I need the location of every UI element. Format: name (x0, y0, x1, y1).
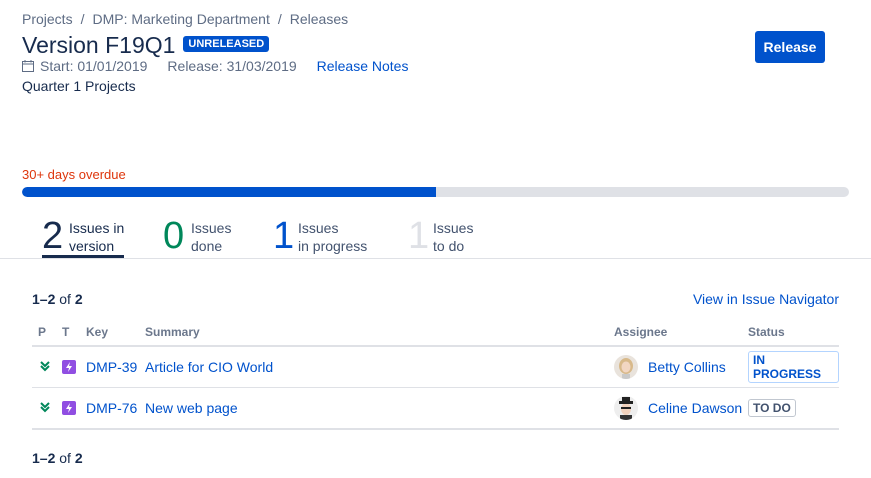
breadcrumb-project[interactable]: DMP: Marketing Department (92, 11, 269, 27)
overdue-label: 30+ days overdue (22, 167, 126, 182)
header-key: Key (86, 319, 145, 347)
epic-icon (62, 360, 76, 374)
status-lozenge: TO DO (748, 399, 796, 417)
type-cell (62, 346, 86, 388)
version-meta: Start: 01/01/2019 Release: 31/03/2019 Re… (22, 58, 408, 74)
stat-number: 0 (163, 215, 185, 257)
issue-key-link[interactable]: DMP-76 (86, 400, 137, 416)
issue-summary-link[interactable]: New web page (145, 400, 238, 416)
assignee-link[interactable]: Betty Collins (648, 359, 726, 375)
breadcrumb-projects[interactable]: Projects (22, 11, 73, 27)
breadcrumb-releases[interactable]: Releases (290, 11, 348, 27)
version-description: Quarter 1 Projects (22, 78, 136, 94)
status-cell: IN PROGRESS (748, 346, 839, 388)
release-date: Release: 31/03/2019 (167, 58, 297, 74)
avatar (614, 355, 638, 379)
header-summary: Summary (145, 319, 614, 347)
stat-label: Issues done (191, 220, 232, 254)
table-row: DMP-39 Article for CIO World Betty Colli… (32, 346, 839, 388)
release-notes-link[interactable]: Release Notes (317, 58, 409, 74)
table-row: DMP-76 New web page Celine Dawson TO DO (32, 387, 839, 430)
stat-label: Issues to do (433, 220, 474, 254)
progress-fill (22, 187, 436, 197)
assignee-link[interactable]: Celine Dawson (648, 400, 742, 416)
lowest-priority-icon (40, 360, 50, 371)
priority-cell (32, 346, 62, 388)
table-header-row: P T Key Summary Assignee Status (32, 319, 839, 347)
title-row: Version F19Q1 UNRELEASED (22, 32, 270, 59)
key-cell: DMP-39 (86, 346, 145, 388)
result-count-top: 1–2 of 2 (32, 291, 83, 307)
progress-bar (22, 187, 849, 197)
stat-number: 1 (408, 215, 430, 257)
assignee-cell: Celine Dawson (614, 387, 748, 430)
status-cell: TO DO (748, 387, 839, 430)
key-cell: DMP-76 (86, 387, 145, 430)
page-title: Version F19Q1 (22, 32, 176, 58)
status-lozenge: IN PROGRESS (748, 351, 839, 383)
issue-key-link[interactable]: DMP-39 (86, 359, 137, 375)
result-count-bottom: 1–2 of 2 (32, 450, 83, 466)
lowest-priority-icon (40, 401, 50, 412)
header-priority: P (32, 319, 62, 347)
assignee-cell: Betty Collins (614, 346, 748, 388)
issues-table: P T Key Summary Assignee Status DMP-39 A… (32, 319, 839, 430)
release-button[interactable]: Release (755, 31, 825, 63)
header-status: Status (748, 319, 839, 347)
assignee: Betty Collins (614, 355, 748, 379)
issue-navigator-link[interactable]: View in Issue Navigator (693, 291, 839, 307)
calendar-icon (22, 60, 34, 72)
stat-number: 2 (42, 215, 64, 257)
epic-icon (62, 401, 76, 415)
start-date: Start: 01/01/2019 (40, 58, 148, 74)
avatar (614, 396, 638, 420)
status-badge: UNRELEASED (183, 35, 270, 52)
type-cell (62, 387, 86, 430)
header-assignee: Assignee (614, 319, 748, 347)
priority-cell (32, 387, 62, 430)
header-type: T (62, 319, 86, 347)
stat-label: Issues in version (69, 220, 125, 254)
stat-label: Issues in progress (298, 220, 368, 254)
summary-cell: New web page (145, 387, 614, 430)
stat-issues-in-version[interactable]: 2 Issues in version (42, 214, 124, 258)
summary-cell: Article for CIO World (145, 346, 614, 388)
divider (0, 258, 871, 259)
breadcrumb: Projects / DMP: Marketing Department / Relea… (22, 11, 349, 27)
issue-summary-link[interactable]: Article for CIO World (145, 359, 273, 375)
stat-number: 1 (273, 215, 295, 257)
assignee: Celine Dawson (614, 396, 748, 420)
